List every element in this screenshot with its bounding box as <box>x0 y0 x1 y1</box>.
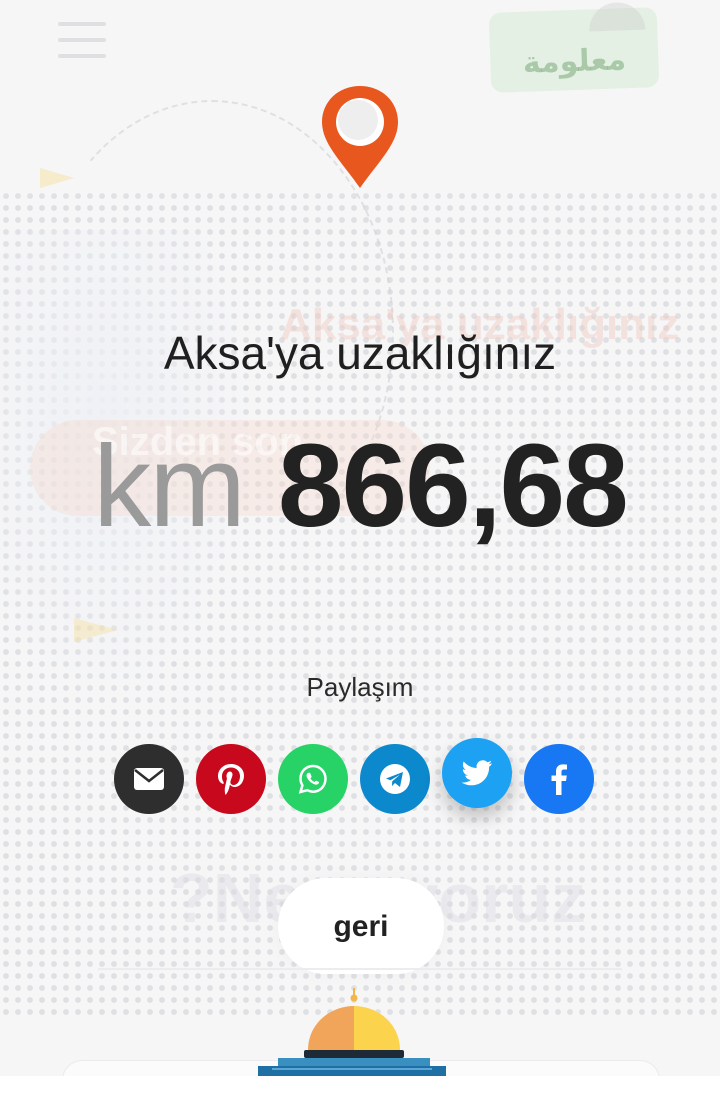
distance-title: Aksa'ya uzaklığınız <box>163 327 557 379</box>
background-flag-icon <box>40 168 74 188</box>
distance-unit: km <box>93 421 246 551</box>
share-twitter-button[interactable] <box>442 738 512 808</box>
menu-bar <box>58 22 106 26</box>
share-whatsapp-button[interactable] <box>278 744 348 814</box>
share-facebook-button[interactable] <box>524 744 594 814</box>
divider <box>98 968 622 970</box>
email-icon <box>134 768 164 790</box>
twitter-icon <box>462 760 492 786</box>
background-flag-icon <box>74 618 118 642</box>
share-telegram-button[interactable] <box>360 744 430 814</box>
telegram-icon <box>380 764 410 794</box>
distance-value: 866,68 <box>277 420 629 552</box>
distance-readout: km 866,68 <box>0 418 720 558</box>
share-email-button[interactable] <box>114 744 184 814</box>
whatsapp-icon <box>298 764 327 794</box>
location-pin-icon <box>318 82 402 192</box>
back-button[interactable]: geri <box>278 878 444 974</box>
site-logo[interactable]: معلومة <box>488 1 660 93</box>
al-aqsa-dome-icon <box>258 988 448 1080</box>
pinterest-icon <box>218 764 244 795</box>
bottom-bar <box>0 1076 720 1104</box>
logo-text: معلومة <box>522 43 627 80</box>
menu-bar <box>58 38 106 42</box>
hamburger-menu-icon[interactable] <box>58 22 106 60</box>
share-label: Paylaşım <box>306 672 414 702</box>
share-pinterest-button[interactable] <box>196 744 266 814</box>
facebook-icon <box>551 764 567 795</box>
share-buttons <box>114 738 594 816</box>
page: Aksa'ya uzaklığınız Sizden son ?Ne ... y… <box>0 0 720 1104</box>
menu-bar <box>58 54 106 58</box>
